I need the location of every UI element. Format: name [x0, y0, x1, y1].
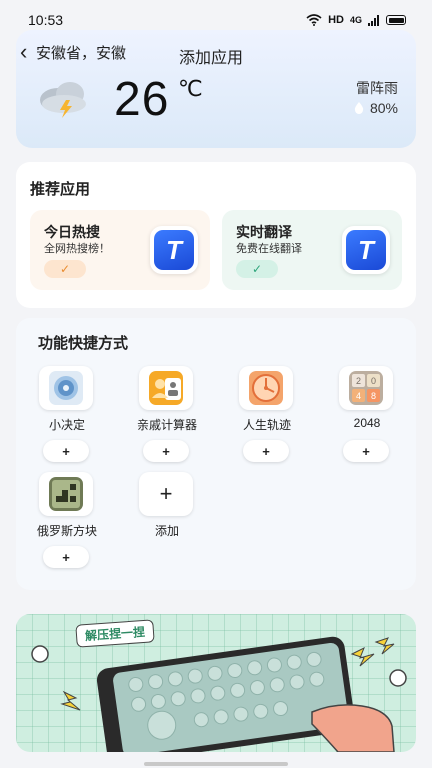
- shortcut-icon-button[interactable]: [39, 472, 93, 516]
- recommended-item-title: 今日热搜: [44, 224, 100, 240]
- add-shortcut-button[interactable]: +: [343, 440, 389, 462]
- tile-2048-icon: 2 0 4 8: [349, 371, 383, 405]
- weather-card: ‹ 安徽省，安徽 添加应用 26 ℃ 雷阵雨 80%: [16, 30, 416, 148]
- add-shortcut-button[interactable]: +: [243, 440, 289, 462]
- promo-banner[interactable]: 解压捏一捏: [16, 614, 416, 752]
- life-clock-icon: [249, 371, 283, 405]
- humidity: 80%: [354, 100, 398, 116]
- back-button[interactable]: ‹: [20, 41, 36, 63]
- recommended-item-translate[interactable]: 实时翻译 免费在线翻译 ✓ T: [222, 210, 402, 290]
- recommended-item-subtitle: 全网热搜榜！: [44, 243, 110, 255]
- shortcut-label: 添加: [154, 524, 179, 538]
- thunderstorm-cloud-icon: [40, 82, 86, 118]
- tile-label: 0: [371, 376, 376, 386]
- recommended-item-title: 实时翻译: [236, 224, 292, 240]
- check-button[interactable]: ✓: [236, 260, 278, 278]
- relative-calculator-icon: [149, 371, 183, 405]
- network-label: HD: [328, 14, 344, 26]
- status-time: 10:53: [28, 12, 64, 28]
- tile-label: 2: [356, 376, 361, 386]
- check-button[interactable]: ✓: [44, 260, 86, 278]
- shortcut-icon-button[interactable]: [139, 366, 193, 410]
- location-label: 安徽省，安徽: [36, 45, 127, 62]
- temperature-unit: ℃: [178, 76, 203, 101]
- app-logo: T: [342, 226, 390, 274]
- translate-t-icon: T: [346, 230, 386, 270]
- humidity-value: 80%: [369, 100, 398, 116]
- page-title: 添加应用: [179, 50, 244, 67]
- recommended-apps-card: 推荐应用 今日热搜 全网热搜榜！ ✓ T 实时翻译 免费在线翻译 ✓ T: [16, 162, 416, 308]
- translate-t-icon: T: [154, 230, 194, 270]
- bubble-phone-illustration: [31, 636, 407, 752]
- recommended-title: 推荐应用: [30, 181, 91, 198]
- shortcut-label: 人生轨迹: [242, 418, 291, 432]
- tile-label: 4: [356, 391, 361, 401]
- signal-label: 4G: [349, 15, 362, 25]
- shortcut-label: 小决定: [48, 418, 85, 432]
- shortcut-icon-button[interactable]: [39, 366, 93, 410]
- weather-condition: 雷阵雨: [356, 80, 398, 96]
- shortcut-icon-button[interactable]: [239, 366, 293, 410]
- temperature-value: 26: [114, 73, 170, 126]
- signal-icon: [368, 14, 379, 26]
- add-tile-button[interactable]: +: [139, 472, 193, 516]
- battery-icon: [386, 15, 406, 25]
- add-shortcut-button[interactable]: +: [43, 440, 89, 462]
- tile-label: 8: [371, 391, 376, 401]
- tetris-icon: [49, 477, 83, 511]
- shortcuts-title: 功能快捷方式: [38, 335, 129, 352]
- home-indicator: [144, 762, 288, 766]
- shortcut-label: 亲戚计算器: [136, 418, 197, 432]
- shortcut-icon-button[interactable]: 2 0 4 8: [339, 366, 393, 410]
- water-drop-icon: [354, 102, 364, 114]
- wifi-icon: [306, 14, 322, 26]
- recommended-item-subtitle: 免费在线翻译: [236, 243, 302, 255]
- app-logo: T: [150, 226, 198, 274]
- add-shortcut-button[interactable]: +: [43, 546, 89, 568]
- status-icons: HD 4G: [306, 14, 406, 26]
- decision-wheel-icon: [49, 371, 83, 405]
- add-shortcut-button[interactable]: +: [143, 440, 189, 462]
- shortcut-label: 俄罗斯方块: [36, 524, 97, 538]
- shortcut-label: 2048: [353, 416, 381, 430]
- recommended-item-hot-search[interactable]: 今日热搜 全网热搜榜！ ✓ T: [30, 210, 210, 290]
- shortcuts-card: 功能快捷方式 小决定 + 亲戚计算器 + 人生轨迹 + 2 0 4 8 2048…: [16, 318, 416, 590]
